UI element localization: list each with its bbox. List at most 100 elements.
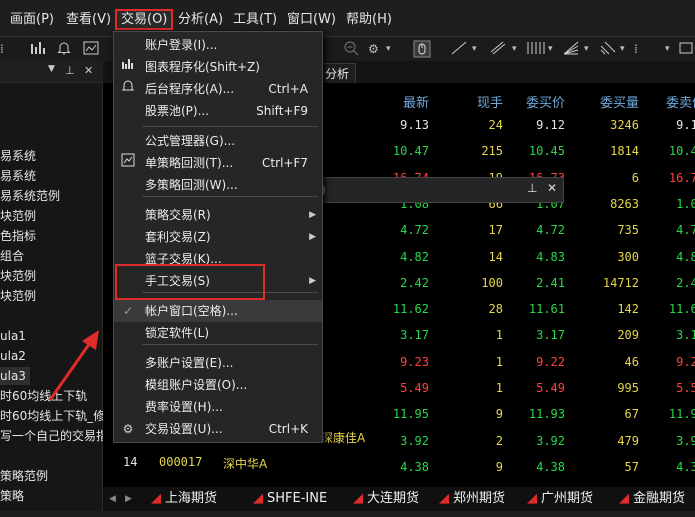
pin-icon[interactable]: ⊥ bbox=[527, 181, 537, 195]
settings-icon[interactable]: ⚙ bbox=[368, 40, 379, 58]
line-dropdown-icon[interactable]: ▾ bbox=[472, 40, 477, 58]
menu-separator bbox=[142, 126, 318, 127]
zoom-out-icon[interactable] bbox=[343, 40, 359, 58]
close-icon[interactable]: ✕ bbox=[547, 181, 557, 195]
tree-item[interactable]: 时60均线上下轨 bbox=[0, 387, 87, 405]
menu-item[interactable]: 多策略回测(W)... bbox=[114, 174, 322, 196]
menu-item[interactable]: 后台程序化(A)... Ctrl+A bbox=[114, 78, 322, 100]
tree-item[interactable]: 策略 bbox=[0, 487, 24, 505]
menu-item[interactable]: 套利交易(Z) ▶ bbox=[114, 226, 322, 248]
menu-help[interactable]: 帮助(H) bbox=[342, 9, 396, 30]
menu-item-label: 公式管理器(G)... bbox=[145, 134, 236, 148]
menu-analysis[interactable]: 分析(A) bbox=[174, 9, 227, 30]
tree-item[interactable]: 策略范例 bbox=[0, 467, 48, 485]
more-tools-icon[interactable]: ⁞ bbox=[634, 40, 638, 58]
sheet-tab[interactable]: ◢ 上海期货 bbox=[151, 489, 217, 509]
quote-cell-bid: 4.38 bbox=[536, 459, 565, 474]
menu-item-label: 图表程序化(Shift+Z) bbox=[145, 60, 260, 74]
column-header-ask[interactable]: 委卖价 bbox=[639, 92, 695, 111]
floating-window: ) ⊥ ✕ bbox=[316, 177, 564, 203]
parallel-dropdown-icon[interactable]: ▾ bbox=[512, 40, 517, 58]
mouse-pointer-icon[interactable] bbox=[413, 40, 431, 58]
bar-chart-icon[interactable] bbox=[30, 40, 48, 58]
menu-item[interactable]: 图表程序化(Shift+Z) bbox=[114, 56, 322, 78]
quote-cell-last: 4.72 bbox=[400, 223, 429, 238]
more-dropdown-icon[interactable]: ▾ bbox=[665, 40, 670, 58]
sheet-tab[interactable]: ◢ 郑州期货 bbox=[439, 489, 505, 509]
menu-item-label: 费率设置(H)... bbox=[145, 400, 223, 414]
column-header-bid-volume[interactable]: 委买量 bbox=[569, 92, 639, 111]
tree-item-selected[interactable]: ula3 bbox=[0, 367, 30, 385]
rectangle-tool-icon[interactable] bbox=[678, 40, 694, 58]
menu-trade[interactable]: 交易(O) bbox=[115, 9, 174, 30]
sheet-tab[interactable]: ◢ SHFE-INE bbox=[253, 489, 327, 509]
quote-cell-bidvol: 57 bbox=[624, 459, 639, 474]
fan-lines-icon[interactable] bbox=[562, 40, 580, 58]
tree-item[interactable]: 易系统范例 bbox=[0, 187, 60, 205]
menu-item[interactable]: 策略交易(R) ▶ bbox=[114, 204, 322, 226]
menu-item[interactable]: ✓ 帐户窗口(空格)... bbox=[114, 300, 322, 322]
menu-item[interactable]: 单策略回测(T)... Ctrl+F7 bbox=[114, 152, 322, 174]
alert-bell-icon[interactable] bbox=[56, 40, 72, 58]
tree-item[interactable]: 色指标 bbox=[0, 227, 36, 245]
tree-item[interactable]: ula1 bbox=[0, 327, 26, 345]
row-index: 14 bbox=[123, 455, 138, 469]
menu-item[interactable]: 公式管理器(G)... bbox=[114, 130, 322, 152]
column-header-bid[interactable]: 委买价 bbox=[499, 92, 565, 111]
quote-cell-ask: 4.39 bbox=[676, 459, 695, 474]
tree-item[interactable]: 块范例 bbox=[0, 287, 36, 305]
scroll-right-icon[interactable]: ▶ bbox=[125, 489, 132, 509]
menu-item[interactable]: 费率设置(H)... bbox=[114, 396, 322, 418]
row-name[interactable]: 深中华A bbox=[223, 455, 267, 472]
vertical-lines-icon[interactable] bbox=[526, 40, 546, 58]
cross-lines-icon[interactable] bbox=[599, 40, 617, 58]
quote-cell-ask: 10.47 bbox=[668, 144, 695, 159]
quote-cell-bidvol: 300 bbox=[617, 249, 639, 264]
tab-analysis[interactable]: 分析 bbox=[318, 63, 357, 83]
menu-item[interactable]: 模组账户设置(O)... bbox=[114, 374, 322, 396]
chart-icon bbox=[120, 56, 136, 78]
column-header-volume[interactable]: 现手 bbox=[439, 92, 503, 111]
pin-icon[interactable]: ⊥ bbox=[65, 64, 75, 77]
quote-cell-bid: 11.61 bbox=[528, 302, 565, 317]
menu-item-label: 单策略回测(T)... bbox=[145, 156, 234, 170]
menu-item[interactable]: 股票池(P)... Shift+F9 bbox=[114, 100, 322, 122]
tree-item[interactable]: 组合 bbox=[0, 247, 24, 265]
menu-window[interactable]: 窗口(W) bbox=[283, 9, 340, 30]
panel-menu-icon[interactable]: ▼ bbox=[48, 64, 55, 74]
tree-item[interactable]: 块范例 bbox=[0, 267, 36, 285]
quote-cell-vol: 24 bbox=[488, 118, 503, 132]
trend-chart-icon[interactable] bbox=[83, 40, 99, 58]
backtest-icon bbox=[120, 152, 136, 174]
tree-item[interactable]: 块范例 bbox=[0, 207, 36, 225]
vlines-dropdown-icon[interactable]: ▾ bbox=[548, 40, 553, 58]
tree-item[interactable]: 易系统 bbox=[0, 147, 36, 165]
tree-item[interactable]: ula2 bbox=[0, 347, 26, 365]
parallel-line-icon[interactable] bbox=[489, 40, 507, 58]
menu-item[interactable]: ⚙ 交易设置(U)... Ctrl+K bbox=[114, 418, 322, 440]
column-header-last[interactable]: 最新 bbox=[363, 92, 429, 111]
quote-cell-bid: 9.22 bbox=[536, 354, 565, 369]
tree-item[interactable]: 易系统 bbox=[0, 167, 36, 185]
menu-item[interactable]: 多账户设置(E)... bbox=[114, 352, 322, 374]
tree-item[interactable]: 写一个自己的交易指 bbox=[0, 427, 108, 445]
sheet-tab[interactable]: ◢ 金融期货 bbox=[619, 489, 685, 509]
sheet-tab[interactable]: ◢ 大连期货 bbox=[353, 489, 419, 509]
line-draw-icon[interactable] bbox=[450, 40, 468, 58]
close-icon[interactable]: ✕ bbox=[84, 64, 93, 77]
menu-tools[interactable]: 工具(T) bbox=[229, 9, 281, 30]
scroll-left-icon[interactable]: ◀ bbox=[109, 489, 116, 509]
menu-item[interactable]: 账户登录(I)... bbox=[114, 34, 322, 56]
menu-screen[interactable]: 画面(P) bbox=[6, 9, 58, 30]
quote-cell-last: 3.17 bbox=[400, 328, 429, 343]
row-name[interactable]: 深康佳A bbox=[321, 429, 365, 446]
quote-cell-bidvol: 479 bbox=[617, 433, 639, 448]
fan-dropdown-icon[interactable]: ▾ bbox=[584, 40, 589, 58]
menu-view[interactable]: 查看(V) bbox=[62, 9, 115, 30]
quote-cell-vol: 28 bbox=[488, 302, 503, 317]
sheet-tab[interactable]: ◢ 广州期货 bbox=[527, 489, 593, 509]
menu-item[interactable]: 锁定软件(L) bbox=[114, 322, 322, 344]
tree-item[interactable]: 时60均线上下轨_修 bbox=[0, 407, 105, 425]
settings-dropdown-icon[interactable]: ▾ bbox=[386, 40, 391, 58]
cross-dropdown-icon[interactable]: ▾ bbox=[620, 40, 625, 58]
